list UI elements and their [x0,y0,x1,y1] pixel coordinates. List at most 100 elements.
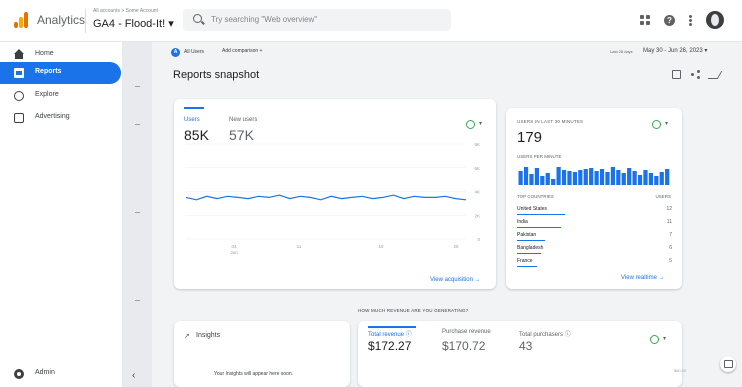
more-vert-icon[interactable] [689,14,692,26]
y-tick-label: 2K [474,213,480,218]
check-circle-icon [652,120,661,129]
property-selector[interactable]: GA4 - Flood-It! ▾ [93,17,174,30]
per-minute-bar [545,173,550,185]
rail-marker [135,86,140,87]
revenue-card: Total revenue ⓘ $172.27 Purchase revenue… [358,321,686,387]
per-minute-bar [665,169,670,185]
country-users: 11 [666,219,672,225]
apps-grid-icon[interactable] [640,15,650,25]
sidebar-item-label: Explore [35,91,59,98]
users-series-line [185,194,467,201]
per-minute-bar [578,170,583,185]
advertising-icon [14,113,24,123]
per-minute-bar [540,176,545,185]
report-nav-rail: ‹ [122,42,152,387]
y-tick-label: 0 [477,237,480,242]
country-row: Bangladesh 6 [517,245,672,258]
view-acquisition-link[interactable]: View acquisition → [430,277,481,283]
dropdown-arrow: ▾ [665,121,669,127]
selected-metric-indicator [368,326,416,328]
total-revenue-value: $172.27 [368,339,412,353]
purchase-revenue-label[interactable]: Purchase revenue [442,329,491,335]
all-users-chip[interactable]: A All Users [171,46,204,58]
top-actions: ? [640,11,724,29]
collapse-chevron-icon[interactable]: ‹ [132,370,135,381]
add-comparison-button[interactable]: Add comparison + [222,48,262,54]
insights-trend-icon[interactable] [707,70,723,79]
y-tick-label: 4K [474,190,480,195]
realtime-title: USERS IN LAST 30 MINUTES [517,119,584,124]
search-icon [193,14,202,23]
country-name: United States [517,206,548,212]
revenue-compare-dropdown[interactable]: ▾ [650,334,672,346]
dropdown-arrow: ▾ [663,336,667,342]
check-circle-icon [650,335,659,344]
per-minute-bar [583,169,588,185]
gear-icon [14,369,24,379]
analytics-app: Analytics All accounts > Some Account GA… [0,0,742,387]
total-purchasers-label[interactable]: Total purchasers ⓘ [519,329,571,338]
x-tick-label: 18 [378,244,384,249]
all-users-label: All Users [184,49,205,55]
country-name: India [517,219,528,225]
sidebar-item-reports[interactable]: Reports [0,62,121,84]
realtime-compare-dropdown[interactable]: ▾ [652,119,674,131]
per-minute-bar [610,167,616,185]
share-icon[interactable] [691,70,700,79]
country-row: Pakistan 7 [517,232,672,245]
all-users-badge: A [171,47,180,57]
y-tick-label: 6K [474,166,480,171]
sidebar-item-label: Advertising [35,113,70,120]
rail-marker [135,124,140,125]
date-range-picker[interactable]: May 30 - Jun 26, 2023 ▾ [643,47,707,54]
y-tick-label: 8K [474,142,480,147]
sidebar: Home Reports Explore Advertising Admin [0,42,122,387]
home-icon [14,49,24,59]
sidebar-item-label: Admin [35,369,55,376]
country-share-bar [517,227,561,228]
analytics-logo-icon[interactable] [14,12,28,28]
users-per-minute-bars [518,167,670,185]
users-line-chart: 8K 6K 4K 2K 0 04Jun 11 18 25 [185,142,480,255]
sidebar-item-explore[interactable]: Explore [0,85,121,107]
account-breadcrumb[interactable]: All accounts > Some Account [93,8,158,14]
per-minute-bar [643,170,648,185]
realtime-value: 179 [517,129,543,146]
main-content: A All Users Add comparison + Last 28 day… [152,42,742,387]
insights-empty-text: Your Insights will appear here soon. [214,371,294,377]
countries-header: TOP COUNTRIES [517,194,554,199]
per-minute-bar [616,170,621,185]
view-realtime-link[interactable]: View realtime → [621,275,665,281]
avatar[interactable] [706,11,724,29]
divider [85,9,86,33]
country-share-bar [517,253,541,254]
country-name: Pakistan [517,232,537,238]
explore-icon [14,91,24,101]
x-tick-label: 25 [453,244,459,249]
per-minute-bar [654,176,659,185]
per-minute-bar [523,167,529,185]
country-name: France [517,258,533,264]
help-icon[interactable]: ? [664,14,675,26]
sidebar-item-admin[interactable]: Admin [0,363,121,385]
sidebar-item-label: Reports [35,68,62,75]
search-input[interactable]: Try searching "Web overview" [211,15,317,24]
rail-marker [135,300,140,301]
customize-report-icon[interactable] [672,70,681,79]
per-minute-bar [529,174,534,185]
per-minute-bar [621,173,626,185]
realtime-card: USERS IN LAST 30 MINUTES 179 ▾ USERS PER… [506,108,682,289]
insights-card[interactable]: ↗ Insights Your Insights will appear her… [174,321,350,387]
country-users: 6 [669,245,672,251]
search-bar[interactable]: Try searching "Web overview" [183,9,451,31]
per-minute-bar [659,172,664,185]
total-revenue-label[interactable]: Total revenue ⓘ [368,329,412,338]
country-users: 5 [669,258,672,264]
per-minute-bar [648,173,654,185]
per-minute-bar [518,171,523,185]
per-minute-bar [637,175,643,185]
per-minute-bar [632,171,637,185]
feedback-button[interactable] [720,356,736,372]
x-tick-label: Jun [230,250,238,255]
sidebar-item-advertising[interactable]: Advertising [0,107,121,129]
